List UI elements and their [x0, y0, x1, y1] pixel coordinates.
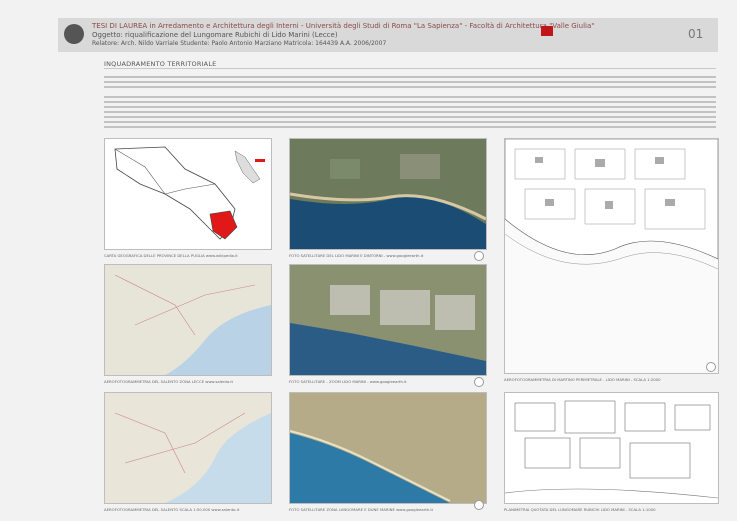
page-number: 01 [688, 27, 704, 41]
north-indicator-icon [474, 377, 484, 387]
paragraph-line [104, 76, 716, 78]
section-title: INQUADRAMENTO TERRITORIALE [104, 60, 217, 68]
caption-map-puglia: CARTA GEOGRAFICA DELLE PROVINCE DELLA PU… [104, 253, 238, 258]
faculty-logo-icon [541, 26, 553, 36]
paragraph-line [104, 121, 716, 123]
paragraph-line [104, 116, 716, 118]
thesis-title: TESI DI LAUREA in Arredamento e Architet… [92, 22, 595, 30]
paragraph-line [104, 96, 716, 98]
satellite-photo-lido-marini [289, 138, 487, 250]
north-indicator-icon [474, 251, 484, 261]
paragraph-line [104, 111, 716, 113]
satellite-zoom-lido [289, 264, 487, 376]
subject-title: Oggetto: riqualificazione del Lungomare … [92, 31, 338, 39]
north-indicator-icon [706, 362, 716, 372]
paragraph-line [104, 106, 716, 108]
paragraph-line [104, 101, 716, 103]
quoted-site-plan [504, 392, 719, 504]
satellite-coast [289, 392, 487, 504]
caption-road-map-south: AEROFOTOGRAMMETRIA DEL SALENTO SCALA 1:5… [104, 507, 240, 512]
caption-satellite-coast: FOTO SATELLITARE ZONA LUNGOMARE E DUNE M… [289, 507, 433, 512]
paragraph-line [104, 126, 716, 128]
poster-page: TESI DI LAUREA in Arredamento e Architet… [0, 0, 737, 521]
caption-site-plan: PLANIMETRIA QUOTATA DEL LUNGOMARE RUBICH… [504, 507, 656, 512]
caption-satellite-zoom: FOTO SATELLITARE - ZOOM LIDO MARINI - ww… [289, 379, 407, 384]
university-seal-icon [64, 24, 84, 44]
credits-line: Relatore: Arch. Nildo Varriale Studente:… [92, 40, 387, 47]
north-indicator-icon [474, 500, 484, 510]
caption-road-map: AEROFOTOGRAMMETRIA DEL SALENTO ZONA LECC… [104, 379, 233, 384]
cadastral-map [504, 138, 719, 374]
paragraph-line [104, 81, 716, 83]
map-puglia-provinces [104, 138, 272, 250]
road-map-salento [104, 264, 272, 376]
paragraph-line [104, 86, 716, 88]
section-divider [104, 68, 716, 69]
road-map-salento-south [104, 392, 272, 504]
caption-cadastral-map: AEROFOTOGRAMMETRIA DI MARTINO PERIMETRAL… [504, 377, 661, 382]
caption-satellite-photo: FOTO SATELLITARE DEL LIDO MARINI E DINTO… [289, 253, 424, 258]
